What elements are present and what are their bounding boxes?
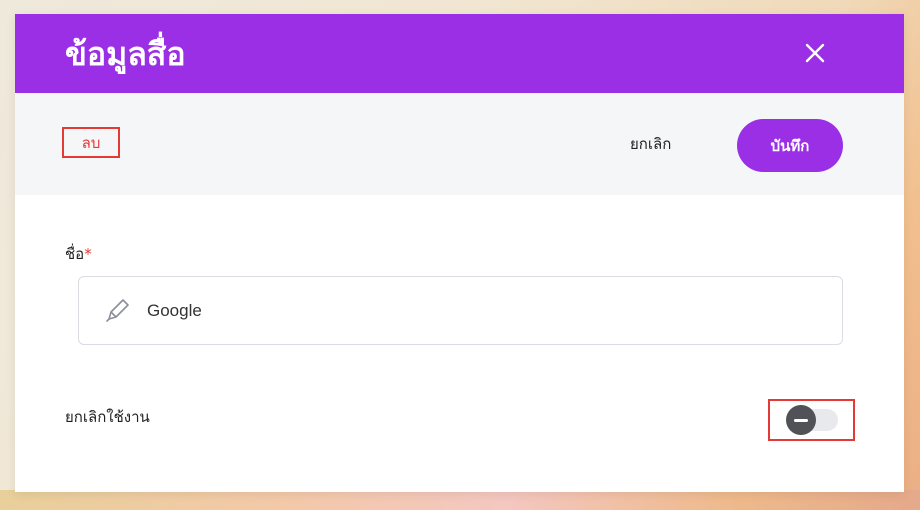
close-icon [805, 43, 825, 63]
delete-button[interactable]: ลบ [62, 127, 120, 158]
cancel-button[interactable]: ยกเลิก [630, 131, 671, 157]
close-button[interactable] [800, 38, 830, 68]
action-bar: ลบ ยกเลิก บันทึก [15, 93, 904, 195]
required-marker: * [84, 245, 92, 263]
disable-toggle[interactable] [785, 405, 838, 435]
dialog-header: ข้อมูลสื่อ [15, 14, 904, 93]
media-info-dialog: ข้อมูลสื่อ ลบ ยกเลิก บันทึก ชื่อ* Google… [15, 14, 904, 492]
form-body: ชื่อ* Google ยกเลิกใช้งาน [15, 195, 904, 492]
save-button[interactable]: บันทึก [737, 119, 843, 172]
toggle-knob [785, 405, 816, 435]
name-field-label: ชื่อ* [65, 242, 92, 266]
name-field-value: Google [147, 300, 202, 320]
name-label-text: ชื่อ [65, 245, 85, 263]
background-strip [0, 490, 920, 510]
minus-icon [793, 418, 808, 422]
pencil-icon [106, 298, 129, 322]
disable-toggle-label: ยกเลิกใช้งาน [65, 408, 150, 426]
disable-toggle-highlight [768, 399, 855, 441]
dialog-title: ข้อมูลสื่อ [65, 35, 186, 73]
name-field[interactable]: Google [78, 276, 843, 345]
